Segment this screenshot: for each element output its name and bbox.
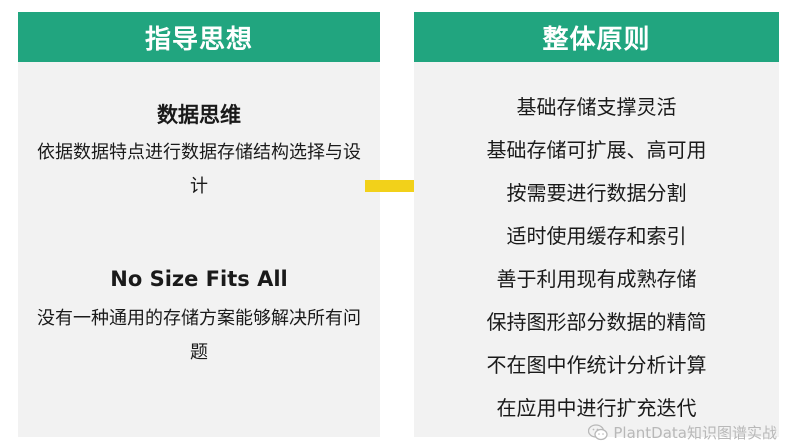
principle-item: 不在图中作统计分析计算	[486, 353, 707, 377]
principles-list: 基础存储支撑灵活 基础存储可扩展、高可用 按需要进行数据分割 适时使用缓存和索引…	[414, 86, 779, 430]
guiding-ideas-panel: 指导思想 数据思维 依据数据特点进行数据存储结构选择与设计 No Size Fi…	[18, 12, 380, 437]
watermark-text: PlantData知识图谱实战	[613, 424, 777, 442]
no-size-fits-all-block: No Size Fits All 没有一种通用的存储方案能够解决所有问题	[18, 262, 380, 370]
watermark: PlantData知识图谱实战	[588, 422, 777, 443]
data-thinking-block: 数据思维 依据数据特点进行数据存储结构选择与设计	[18, 98, 380, 204]
data-thinking-desc: 依据数据特点进行数据存储结构选择与设计	[37, 142, 361, 197]
principle-item: 基础存储可扩展、高可用	[486, 138, 707, 162]
overall-principles-panel: 整体原则 基础存储支撑灵活 基础存储可扩展、高可用 按需要进行数据分割 适时使用…	[414, 12, 779, 437]
diagram: 指导思想 数据思维 依据数据特点进行数据存储结构选择与设计 No Size Fi…	[0, 0, 793, 447]
no-size-fits-all-title: No Size Fits All	[110, 267, 288, 291]
principle-item: 按需要进行数据分割	[506, 181, 687, 205]
guiding-ideas-header: 指导思想	[18, 12, 380, 62]
data-thinking-title: 数据思维	[157, 103, 241, 127]
no-size-fits-all-desc: 没有一种通用的存储方案能够解决所有问题	[37, 308, 361, 363]
principle-item: 适时使用缓存和索引	[506, 224, 687, 248]
principle-item: 保持图形部分数据的精简	[486, 310, 707, 334]
principle-item: 基础存储支撑灵活	[516, 95, 677, 119]
principle-item: 善于利用现有成熟存储	[496, 267, 697, 291]
wechat-icon	[588, 424, 609, 441]
overall-principles-header: 整体原则	[414, 12, 779, 62]
